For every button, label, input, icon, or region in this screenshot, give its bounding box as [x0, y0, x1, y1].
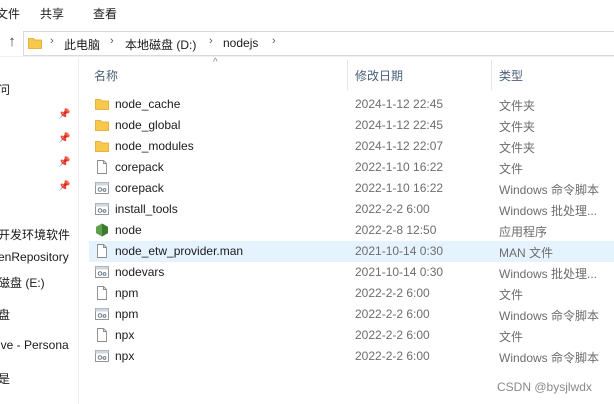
file-name: npm	[115, 286, 139, 300]
file-icon	[95, 160, 109, 174]
file-name: corepack	[115, 160, 164, 174]
tab-view[interactable]: 查看	[93, 5, 117, 22]
nav-item[interactable]: 盘	[0, 306, 10, 323]
address-row: ↑ › 此电脑 › 本地磁盘 (D:) › nodejs ›	[0, 29, 614, 57]
column-header-type[interactable]: 类型	[499, 67, 523, 84]
navigation-pane: 问 📌 📌 📌 📌 开发环境软件 enRepository 磁盘 (E:) 盘 …	[0, 57, 79, 404]
nav-item[interactable]: 是	[0, 370, 10, 387]
file-icon	[95, 244, 109, 258]
script-icon	[95, 202, 109, 216]
file-modified-date: 2024-1-12 22:45	[355, 118, 444, 132]
file-type: Windows 命令脚本	[499, 183, 600, 197]
file-name: node_cache	[115, 97, 181, 111]
file-type: 文件	[499, 162, 524, 176]
file-type: 文件	[499, 330, 524, 344]
folder-icon	[95, 139, 109, 153]
file-icon	[95, 286, 109, 300]
watermark-text: CSDN @bysjlwdx	[497, 380, 592, 394]
file-row[interactable]: npm 2022-2-2 6:00 文件	[89, 283, 614, 304]
chevron-right-icon[interactable]: ›	[209, 35, 213, 47]
nav-item[interactable]: ive - Persona	[0, 338, 69, 352]
file-row[interactable]: node 2022-2-8 12:50 应用程序	[89, 220, 614, 241]
file-name: node	[115, 223, 142, 237]
file-type: 文件	[499, 288, 524, 302]
file-modified-date: 2022-1-10 16:22	[355, 160, 444, 174]
tab-file[interactable]: 文件	[0, 5, 20, 22]
file-type: Windows 批处理...	[499, 267, 598, 281]
file-row[interactable]: node_cache 2024-1-12 22:45 文件夹	[89, 94, 614, 115]
file-modified-date: 2021-10-14 0:30	[355, 244, 444, 258]
script-icon	[95, 181, 109, 195]
nav-item[interactable]: enRepository	[0, 250, 69, 264]
nav-item[interactable]: 磁盘 (E:)	[0, 274, 45, 291]
chevron-right-icon[interactable]: ›	[272, 35, 276, 47]
folder-icon	[95, 97, 109, 111]
column-header-name[interactable]: 名称	[94, 67, 118, 84]
column-header-date[interactable]: 修改日期	[355, 67, 403, 84]
file-name: npm	[115, 307, 139, 321]
file-name: node_global	[115, 118, 181, 132]
pin-icon: 📌	[58, 109, 71, 120]
file-name: npx	[115, 328, 135, 342]
ribbon-tabs: 文件 共享 查看	[0, 0, 614, 25]
file-name: node_etw_provider.man	[115, 244, 244, 258]
file-modified-date: 2022-2-2 6:00	[355, 328, 430, 342]
file-modified-date: 2022-2-2 6:00	[355, 286, 430, 300]
file-type: MAN 文件	[499, 246, 554, 260]
tab-share[interactable]: 共享	[40, 5, 64, 22]
chevron-right-icon[interactable]: ›	[50, 35, 54, 47]
script-icon	[95, 349, 109, 363]
file-icon	[95, 328, 109, 342]
file-type: Windows 命令脚本	[499, 309, 600, 323]
file-type: Windows 命令脚本	[499, 351, 600, 365]
chevron-right-icon[interactable]: ›	[110, 35, 114, 47]
address-bar[interactable]: › 此电脑 › 本地磁盘 (D:) › nodejs ›	[23, 31, 614, 56]
script-icon	[95, 307, 109, 321]
column-divider[interactable]	[347, 60, 348, 90]
folder-icon	[95, 118, 109, 132]
file-type: 文件夹	[499, 120, 536, 134]
file-modified-date: 2024-1-12 22:45	[355, 97, 444, 111]
file-modified-date: 2022-2-2 6:00	[355, 202, 430, 216]
breadcrumb-this-pc[interactable]: 此电脑	[64, 36, 100, 53]
file-row[interactable]: npm 2022-2-2 6:00 Windows 命令脚本	[89, 304, 614, 325]
file-modified-date: 2022-2-8 12:50	[355, 223, 437, 237]
file-row[interactable]: node_global 2024-1-12 22:45 文件夹	[89, 115, 614, 136]
file-modified-date: 2024-1-12 22:07	[355, 139, 444, 153]
file-name: nodevars	[115, 265, 165, 279]
file-name: install_tools	[115, 202, 178, 216]
nav-item[interactable]: 问	[0, 81, 10, 98]
nav-item[interactable]: 开发环境软件	[0, 226, 70, 243]
sort-ascending-icon[interactable]: ^	[213, 57, 218, 68]
up-arrow-icon[interactable]: ↑	[4, 33, 20, 51]
file-modified-date: 2022-2-2 6:00	[355, 349, 430, 363]
file-row[interactable]: corepack 2022-1-10 16:22 文件	[89, 157, 614, 178]
file-modified-date: 2021-10-14 0:30	[355, 265, 444, 279]
file-modified-date: 2022-2-2 6:00	[355, 307, 430, 321]
file-row[interactable]: nodevars 2021-10-14 0:30 Windows 批处理...	[89, 262, 614, 283]
file-row[interactable]: corepack 2022-1-10 16:22 Windows 命令脚本	[89, 178, 614, 199]
file-name: npx	[115, 349, 135, 363]
file-type: 文件夹	[499, 99, 536, 113]
file-type: 文件夹	[499, 141, 536, 155]
folder-icon	[28, 38, 42, 49]
file-row[interactable]: node_etw_provider.man 2021-10-14 0:30 MAN …	[89, 241, 614, 262]
file-type: Windows 批处理...	[499, 204, 598, 218]
file-row[interactable]: npx 2022-2-2 6:00 Windows 命令脚本	[89, 346, 614, 367]
file-name: node_modules	[115, 139, 194, 153]
pin-icon: 📌	[58, 133, 71, 144]
file-modified-date: 2022-1-10 16:22	[355, 181, 444, 195]
breadcrumb-nodejs[interactable]: nodejs	[223, 36, 258, 50]
pin-icon: 📌	[58, 181, 71, 192]
breadcrumb-local-disk-d[interactable]: 本地磁盘 (D:)	[125, 36, 196, 53]
file-type: 应用程序	[499, 225, 548, 239]
pin-icon: 📌	[58, 157, 71, 168]
column-divider[interactable]	[491, 60, 492, 90]
nodejs-app-icon	[95, 223, 109, 237]
file-row[interactable]: install_tools 2022-2-2 6:00 Windows 批处理...	[89, 199, 614, 220]
script-icon	[95, 265, 109, 279]
file-row[interactable]: node_modules 2024-1-12 22:07 文件夹	[89, 136, 614, 157]
file-name: corepack	[115, 181, 164, 195]
file-row[interactable]: npx 2022-2-2 6:00 文件	[89, 325, 614, 346]
